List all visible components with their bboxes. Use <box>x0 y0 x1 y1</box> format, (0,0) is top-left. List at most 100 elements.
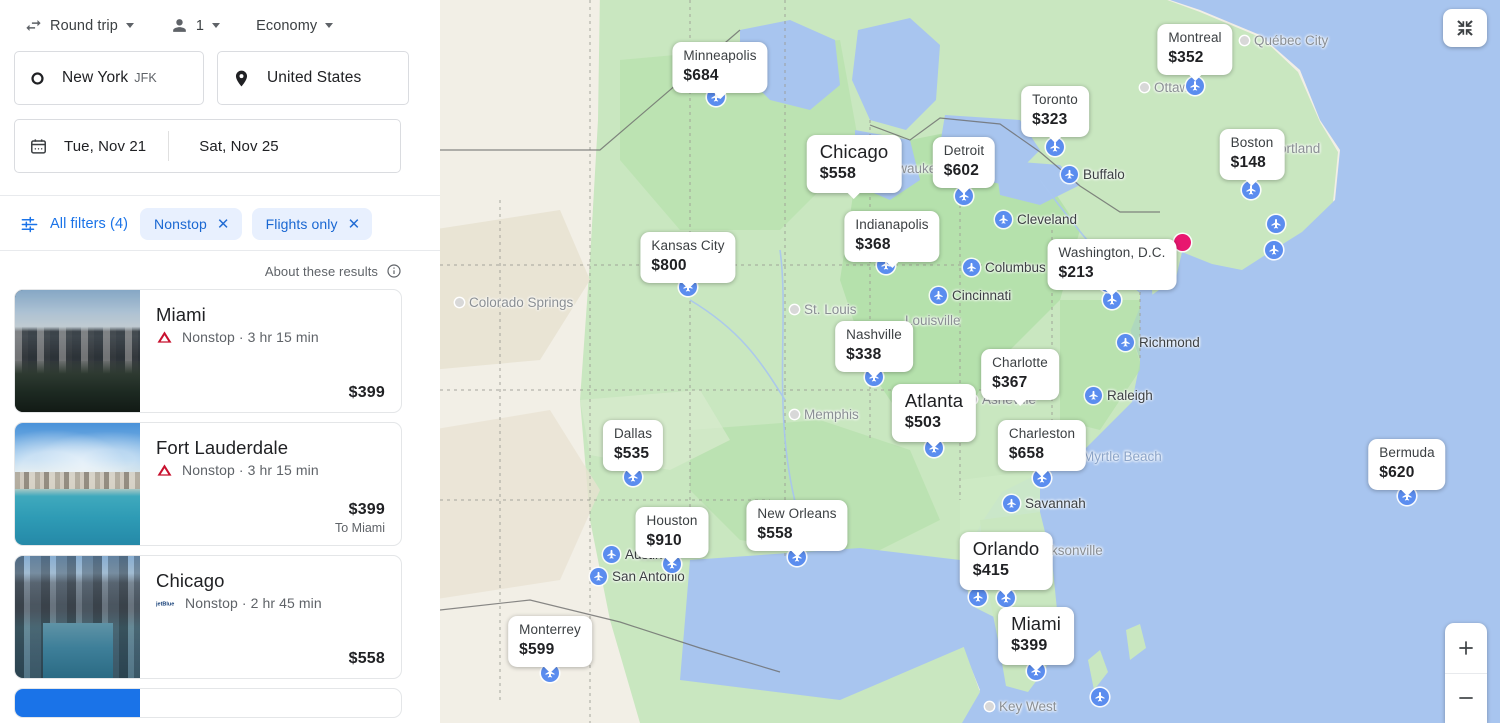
search-and-results-panel: Round trip 1 Economy New York JFK United… <box>0 0 440 723</box>
map-price-bubble[interactable]: Orlando $415 <box>959 532 1053 590</box>
map-price-bubble[interactable]: Charlotte $367 <box>981 348 1059 400</box>
filter-sliders-icon <box>20 215 39 234</box>
map-price-bubble-price: $558 <box>819 165 857 183</box>
cabin-class-selector[interactable]: Economy <box>248 12 341 40</box>
delta-logo-icon <box>156 463 173 477</box>
destination-map[interactable]: Québec City Ottawa Portland Buffalo Milwauke… <box>440 0 1500 723</box>
svg-text:jetBlue: jetBlue <box>156 601 174 607</box>
collapse-fullscreen-icon <box>1454 17 1476 39</box>
map-price-bubble-city: Charlotte <box>992 354 1048 370</box>
map-price-bubble[interactable]: Monterrey $599 <box>508 615 592 667</box>
close-icon[interactable]: ✕ <box>217 217 230 232</box>
map-zoom-controls <box>1445 623 1487 723</box>
dates-row: Tue, Nov 21 Sat, Nov 25 <box>0 119 440 173</box>
airport-pin-icon[interactable] <box>969 588 987 606</box>
map-price-bubble[interactable]: Toronto $323 <box>1021 85 1089 137</box>
map-price-bubble-city: Bermuda <box>1379 444 1435 460</box>
filters-row: All filters (4) Nonstop ✕ Flights only ✕ <box>0 196 440 250</box>
info-icon[interactable] <box>386 263 402 279</box>
map-price-bubble[interactable]: Kansas City $800 <box>640 231 736 283</box>
destination-card-miami[interactable]: Miami Nonstop · 3 hr 15 min $399 <box>14 289 402 413</box>
trip-type-selector[interactable]: Round trip <box>16 10 142 41</box>
return-date-text: Sat, Nov 25 <box>199 137 279 155</box>
map-price-bubble[interactable]: Detroit $602 <box>932 136 996 188</box>
map-price-bubble[interactable]: Chicago $558 <box>806 135 902 193</box>
destination-card-chicago[interactable]: Chicago jetBlue Nonstop · 2 hr 45 min $5… <box>14 555 402 679</box>
zoom-out-button[interactable] <box>1445 672 1487 723</box>
airport-pin-icon[interactable] <box>1265 241 1283 259</box>
zoom-in-button[interactable] <box>1445 623 1487 673</box>
filter-chip-nonstop[interactable]: Nonstop ✕ <box>140 208 242 240</box>
cabin-class-label: Economy <box>256 17 318 34</box>
destination-price: $399 <box>348 501 385 518</box>
filter-chip-flights-only[interactable]: Flights only ✕ <box>251 208 373 240</box>
map-price-bubble-city: Miami <box>1011 613 1061 635</box>
map-price-bubble[interactable]: New Orleans $558 <box>746 499 848 551</box>
passenger-count-selector[interactable]: 1 <box>162 10 228 41</box>
map-price-bubble-city: Orlando <box>972 538 1040 560</box>
filter-chip-flights-only-label: Flights only <box>265 216 338 232</box>
map-price-bubble[interactable]: Charleston $658 <box>997 419 1087 471</box>
map-price-bubble-city: Nashville <box>846 326 902 342</box>
map-price-bubble-price: $658 <box>1008 444 1045 462</box>
person-icon <box>170 16 189 35</box>
map-price-bubble-city: Kansas City <box>651 237 725 253</box>
map-price-bubble-city: Indianapolis <box>855 216 929 232</box>
map-price-bubble-city: Monterrey <box>519 621 581 637</box>
map-price-bubble-city: Houston <box>646 512 698 528</box>
circle-origin-icon <box>29 70 46 87</box>
map-price-bubble[interactable]: Bermuda $620 <box>1368 438 1446 490</box>
airport-pin-icon[interactable] <box>1267 215 1285 233</box>
origin-marker-new-york[interactable] <box>1174 234 1191 251</box>
destination-price-note: To Miami <box>334 521 385 535</box>
destination-card-partial[interactable] <box>14 688 402 718</box>
flights-explore-page: Round trip 1 Economy New York JFK United… <box>0 0 1500 723</box>
destination-results-list: Miami Nonstop · 3 hr 15 min $399 Fort La… <box>0 289 440 723</box>
chevron-down-icon <box>125 23 134 28</box>
destination-thumbnail <box>15 689 140 717</box>
map-price-bubble-price: $800 <box>651 256 687 274</box>
map-price-bubble[interactable]: Washington, D.C. $213 <box>1047 238 1177 290</box>
destination-input[interactable]: United States <box>217 51 409 105</box>
collapse-fullscreen-button[interactable] <box>1443 9 1487 47</box>
destination-city-name: Miami <box>156 304 206 325</box>
map-price-bubble[interactable]: Indianapolis $368 <box>844 210 940 262</box>
map-price-bubble[interactable]: Houston $910 <box>635 506 709 558</box>
chevron-down-icon <box>212 23 221 28</box>
origin-airport-code: JFK <box>134 71 157 85</box>
destination-flight-meta: Nonstop · 3 hr 15 min <box>182 462 319 479</box>
map-price-bubble-price: $602 <box>943 161 980 179</box>
destination-thumbnail <box>15 423 140 545</box>
map-price-bubble[interactable]: Boston $148 <box>1219 128 1285 180</box>
map-price-bubble-price: $684 <box>683 66 719 84</box>
filter-chip-nonstop-label: Nonstop <box>154 216 207 232</box>
map-price-bubble[interactable]: Nashville $338 <box>835 320 913 372</box>
map-price-bubble[interactable]: Montreal $352 <box>1157 23 1233 75</box>
map-basemap <box>440 0 1500 723</box>
map-price-bubble[interactable]: Miami $399 <box>998 607 1074 665</box>
close-icon[interactable]: ✕ <box>348 217 361 232</box>
map-price-bubble[interactable]: Atlanta $503 <box>891 384 977 442</box>
airport-pin-icon[interactable] <box>1091 688 1109 706</box>
map-price-bubble-city: Montreal <box>1168 29 1222 45</box>
destination-card-fort-lauderdale[interactable]: Fort Lauderdale Nonstop · 3 hr 15 min $3… <box>14 422 402 546</box>
map-price-bubble-price: $368 <box>855 235 891 253</box>
plus-icon <box>1459 641 1473 655</box>
origin-city-text: New York <box>62 69 129 86</box>
all-filters-button[interactable]: All filters (4) <box>18 211 130 238</box>
delta-logo-icon <box>156 330 173 344</box>
destination-price: $558 <box>348 650 385 667</box>
location-fields-row: New York JFK United States <box>0 51 440 105</box>
map-price-bubble-price: $323 <box>1032 110 1068 128</box>
origin-input[interactable]: New York JFK <box>14 51 204 105</box>
date-range-input[interactable]: Tue, Nov 21 Sat, Nov 25 <box>14 119 401 173</box>
about-results-row[interactable]: About these results <box>0 251 440 289</box>
map-price-bubble[interactable]: Dallas $535 <box>602 419 664 471</box>
departure-date-text: Tue, Nov 21 <box>64 137 147 155</box>
map-price-bubble-price: $213 <box>1058 263 1094 281</box>
trip-type-label: Round trip <box>50 17 118 34</box>
map-price-bubble[interactable]: Minneapolis $684 <box>672 41 768 93</box>
map-price-bubble-city: Atlanta <box>904 390 964 412</box>
map-price-bubble-city: Charleston <box>1008 425 1076 441</box>
map-price-bubble-city: Toronto <box>1032 91 1078 107</box>
